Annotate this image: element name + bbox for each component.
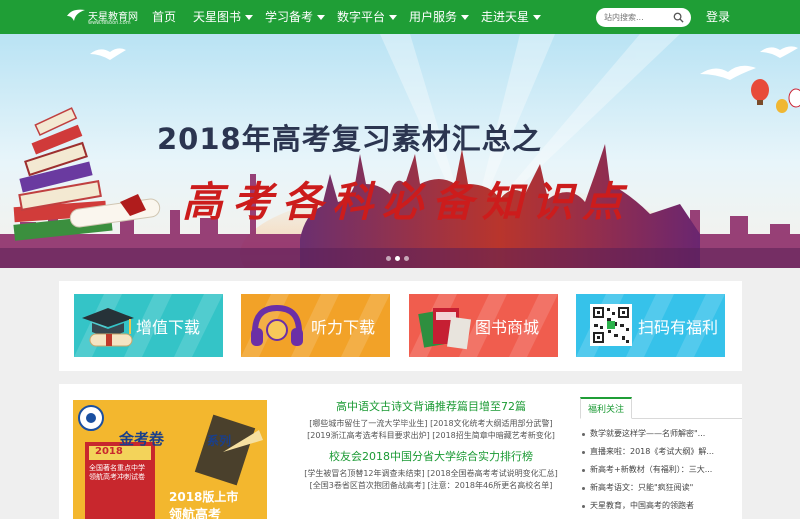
nav-books[interactable]: 天星图书 bbox=[193, 0, 254, 34]
nav-study-label: 学习备考 bbox=[265, 10, 314, 24]
logo-url: www.tesoon.com bbox=[88, 20, 131, 26]
nav-home[interactable]: 首页 bbox=[152, 0, 176, 34]
nav-digital[interactable]: 数字平台 bbox=[337, 0, 398, 34]
promo-series: 系列 bbox=[207, 434, 232, 448]
promo-edition: 2018版上市 bbox=[169, 490, 239, 504]
list-item[interactable]: 新高考语文：只能"疯狂阅读" bbox=[580, 479, 742, 497]
nav-about[interactable]: 走进天星 bbox=[481, 0, 542, 34]
nav-digital-label: 数字平台 bbox=[337, 10, 386, 24]
news-headline-link[interactable]: 高中语文古诗文背诵推荐篇目增至72篇 bbox=[285, 398, 577, 414]
nav-about-label: 走进天星 bbox=[481, 10, 530, 24]
nav-study[interactable]: 学习备考 bbox=[265, 0, 326, 34]
news-sub-links[interactable]: [哪些城市留住了一流大学毕业生] [2018文化统考大纲适用部分武警] bbox=[285, 418, 577, 430]
sidebar-list: 数学就要这样学——名师解密"... 直播来啦：2018《考试大纲》解... 新高… bbox=[580, 425, 742, 515]
banner-subtitle: 高考各科必备知识点 bbox=[182, 178, 632, 226]
chevron-down-icon bbox=[317, 15, 326, 20]
news-sub-links[interactable]: [全国3卷省区首次抱团备战高考] [注意：2018年46所更名高校名单] bbox=[285, 480, 577, 492]
promo-lead: 领航高考 bbox=[169, 508, 222, 519]
carousel-indicators bbox=[386, 256, 416, 262]
promo-cover-line: 全国著名重点中学领航高考冲刺试卷 bbox=[89, 464, 145, 481]
sidebar-tabs: 福利关注 bbox=[580, 397, 742, 419]
tile-label: 增值下载 bbox=[136, 318, 201, 337]
carousel-dot[interactable] bbox=[386, 256, 391, 261]
chevron-down-icon bbox=[245, 15, 254, 20]
nav-books-label: 天星图书 bbox=[193, 10, 242, 24]
search-icon[interactable] bbox=[673, 12, 684, 23]
tile-download-extras[interactable]: 增值下载 bbox=[74, 294, 223, 357]
logo-bird-icon bbox=[67, 9, 85, 21]
site-logo[interactable]: 天星教育网 www.tesoon.com bbox=[66, 7, 138, 29]
nav-user-service[interactable]: 用户服务 bbox=[409, 0, 470, 34]
search-input[interactable] bbox=[604, 10, 668, 25]
carousel-dot[interactable] bbox=[404, 256, 409, 261]
promo-brand: 金考卷 bbox=[119, 430, 165, 448]
news-headline-link[interactable]: 校友会2018中国分省大学综合实力排行榜 bbox=[285, 448, 577, 464]
tab-benefits[interactable]: 福利关注 bbox=[580, 397, 633, 419]
chevron-down-icon bbox=[533, 15, 542, 20]
banner-title: 2018年高考复习素材汇总之 bbox=[157, 122, 542, 156]
nav-home-label: 首页 bbox=[152, 10, 177, 24]
tile-label: 扫码有福利 bbox=[638, 318, 719, 337]
news-list: 高中语文古诗文背诵推荐篇目增至72篇 [哪些城市留住了一流大学毕业生] [201… bbox=[285, 398, 577, 492]
tile-listening-download[interactable]: 听力下载 bbox=[241, 294, 390, 357]
promo-year-badge: 2018 bbox=[95, 446, 123, 457]
top-nav-bar: 天星教育网 www.tesoon.com 首页 天星图书 学习备考 数字平台 用… bbox=[0, 0, 800, 34]
benefits-sidebar: 福利关注 数学就要这样学——名师解密"... 直播来啦：2018《考试大纲》解.… bbox=[580, 397, 742, 515]
tile-label: 听力下载 bbox=[311, 318, 376, 337]
list-item[interactable]: 直播来啦：2018《考试大纲》解... bbox=[580, 443, 742, 461]
news-sub-links[interactable]: [2019浙江高考选考科目要求出炉] [2018招生简章中暗藏艺考新变化] bbox=[285, 430, 577, 442]
list-item[interactable]: 数学就要这样学——名师解密"... bbox=[580, 425, 742, 443]
hero-banner[interactable]: 2018年高考复习素材汇总之 高考各科必备知识点 bbox=[0, 34, 800, 268]
site-search bbox=[596, 8, 691, 27]
promo-ad[interactable]: 金考卷 系列 2018 全国著名重点中学领航高考冲刺试卷 2018版上市 领航高… bbox=[73, 400, 267, 519]
list-item[interactable]: 新高考+新教材（有福利）：三大... bbox=[580, 461, 742, 479]
quick-links-panel: 增值下载 听力下载 图书商城 扫码有福利 bbox=[59, 281, 742, 371]
tile-book-store[interactable]: 图书商城 bbox=[409, 294, 558, 357]
tile-label: 图书商城 bbox=[475, 318, 540, 337]
content-panel: 金考卷 系列 2018 全国著名重点中学领航高考冲刺试卷 2018版上市 领航高… bbox=[59, 384, 742, 519]
news-sub-links[interactable]: [学生被冒名顶替12年调查未结束] [2018全国卷高考考试说明变化汇总] bbox=[285, 468, 577, 480]
carousel-dot-active[interactable] bbox=[395, 256, 400, 261]
login-link[interactable]: 登录 bbox=[706, 0, 730, 34]
chevron-down-icon bbox=[461, 15, 470, 20]
nav-user-service-label: 用户服务 bbox=[409, 10, 458, 24]
chevron-down-icon bbox=[389, 15, 398, 20]
tile-scan-qr[interactable]: 扫码有福利 bbox=[576, 294, 725, 357]
list-item[interactable]: 天星教育，中国高考的领跑者 bbox=[580, 497, 742, 515]
